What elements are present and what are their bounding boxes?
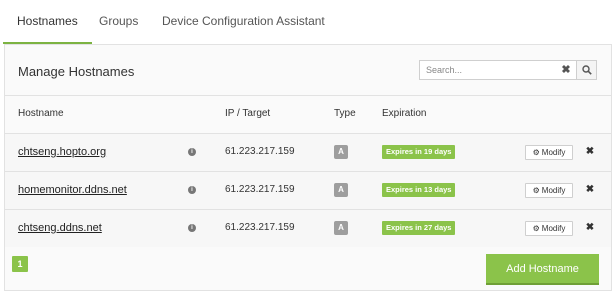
modify-button[interactable]: ⚙ Modify bbox=[525, 221, 573, 236]
expiration-badge: Expires in 19 days bbox=[382, 145, 456, 159]
search-box: ✖ bbox=[419, 60, 597, 80]
gear-icon: ⚙ bbox=[532, 224, 540, 233]
modify-button[interactable]: ⚙ Modify bbox=[525, 145, 573, 160]
modify-button[interactable]: ⚙ Modify bbox=[525, 183, 573, 198]
delete-icon[interactable]: ✖ bbox=[585, 145, 595, 159]
modify-label: Modify bbox=[541, 186, 566, 195]
hostname-link[interactable]: homemonitor.ddns.net bbox=[18, 184, 127, 196]
search-input[interactable] bbox=[420, 61, 554, 79]
delete-icon[interactable]: ✖ bbox=[585, 221, 595, 235]
info-icon[interactable]: i bbox=[188, 224, 196, 232]
header-expiration: Expiration bbox=[382, 108, 427, 119]
tab-hostnames[interactable]: Hostnames bbox=[3, 0, 92, 44]
gear-icon: ⚙ bbox=[532, 186, 540, 195]
hostname-link[interactable]: chtseng.hopto.org bbox=[18, 146, 106, 158]
modify-label: Modify bbox=[541, 224, 566, 233]
table-header: Hostname IP / Target Type Expiration bbox=[5, 95, 611, 133]
add-hostname-button[interactable]: Add Hostname bbox=[486, 254, 599, 285]
gear-icon: ⚙ bbox=[532, 148, 540, 157]
clear-search-icon[interactable]: ✖ bbox=[558, 61, 574, 79]
manage-hostnames-panel: Manage Hostnames ✖ Hostname IP / Target … bbox=[4, 44, 612, 291]
tab-bar: Hostnames Groups Device Configuration As… bbox=[0, 0, 616, 44]
table-row: chtseng.ddns.net i 61.223.217.159 A Expi… bbox=[5, 209, 611, 247]
ip-target: 61.223.217.159 bbox=[225, 222, 295, 233]
tab-device-configuration-assistant[interactable]: Device Configuration Assistant bbox=[162, 0, 325, 44]
ip-target: 61.223.217.159 bbox=[225, 184, 295, 195]
header-ip-target: IP / Target bbox=[225, 108, 271, 119]
ip-target: 61.223.217.159 bbox=[225, 146, 295, 157]
record-type-badge: A bbox=[334, 221, 348, 235]
pagination-page-1[interactable]: 1 bbox=[12, 256, 28, 272]
info-icon[interactable]: i bbox=[188, 148, 196, 156]
modify-label: Modify bbox=[541, 148, 566, 157]
hostname-link[interactable]: chtseng.ddns.net bbox=[18, 222, 102, 234]
search-button[interactable] bbox=[576, 61, 596, 79]
record-type-badge: A bbox=[334, 145, 348, 159]
record-type-badge: A bbox=[334, 183, 348, 197]
delete-icon[interactable]: ✖ bbox=[585, 183, 595, 197]
table-row: homemonitor.ddns.net i 61.223.217.159 A … bbox=[5, 171, 611, 209]
search-icon bbox=[582, 65, 592, 75]
expiration-badge: Expires in 27 days bbox=[382, 221, 456, 235]
table-row: chtseng.hopto.org i 61.223.217.159 A Exp… bbox=[5, 133, 611, 171]
info-icon[interactable]: i bbox=[188, 186, 196, 194]
tab-groups[interactable]: Groups bbox=[99, 0, 138, 44]
header-type: Type bbox=[334, 108, 356, 119]
panel-title: Manage Hostnames bbox=[18, 64, 135, 79]
expiration-badge: Expires in 13 days bbox=[382, 183, 456, 197]
header-hostname: Hostname bbox=[18, 108, 64, 119]
